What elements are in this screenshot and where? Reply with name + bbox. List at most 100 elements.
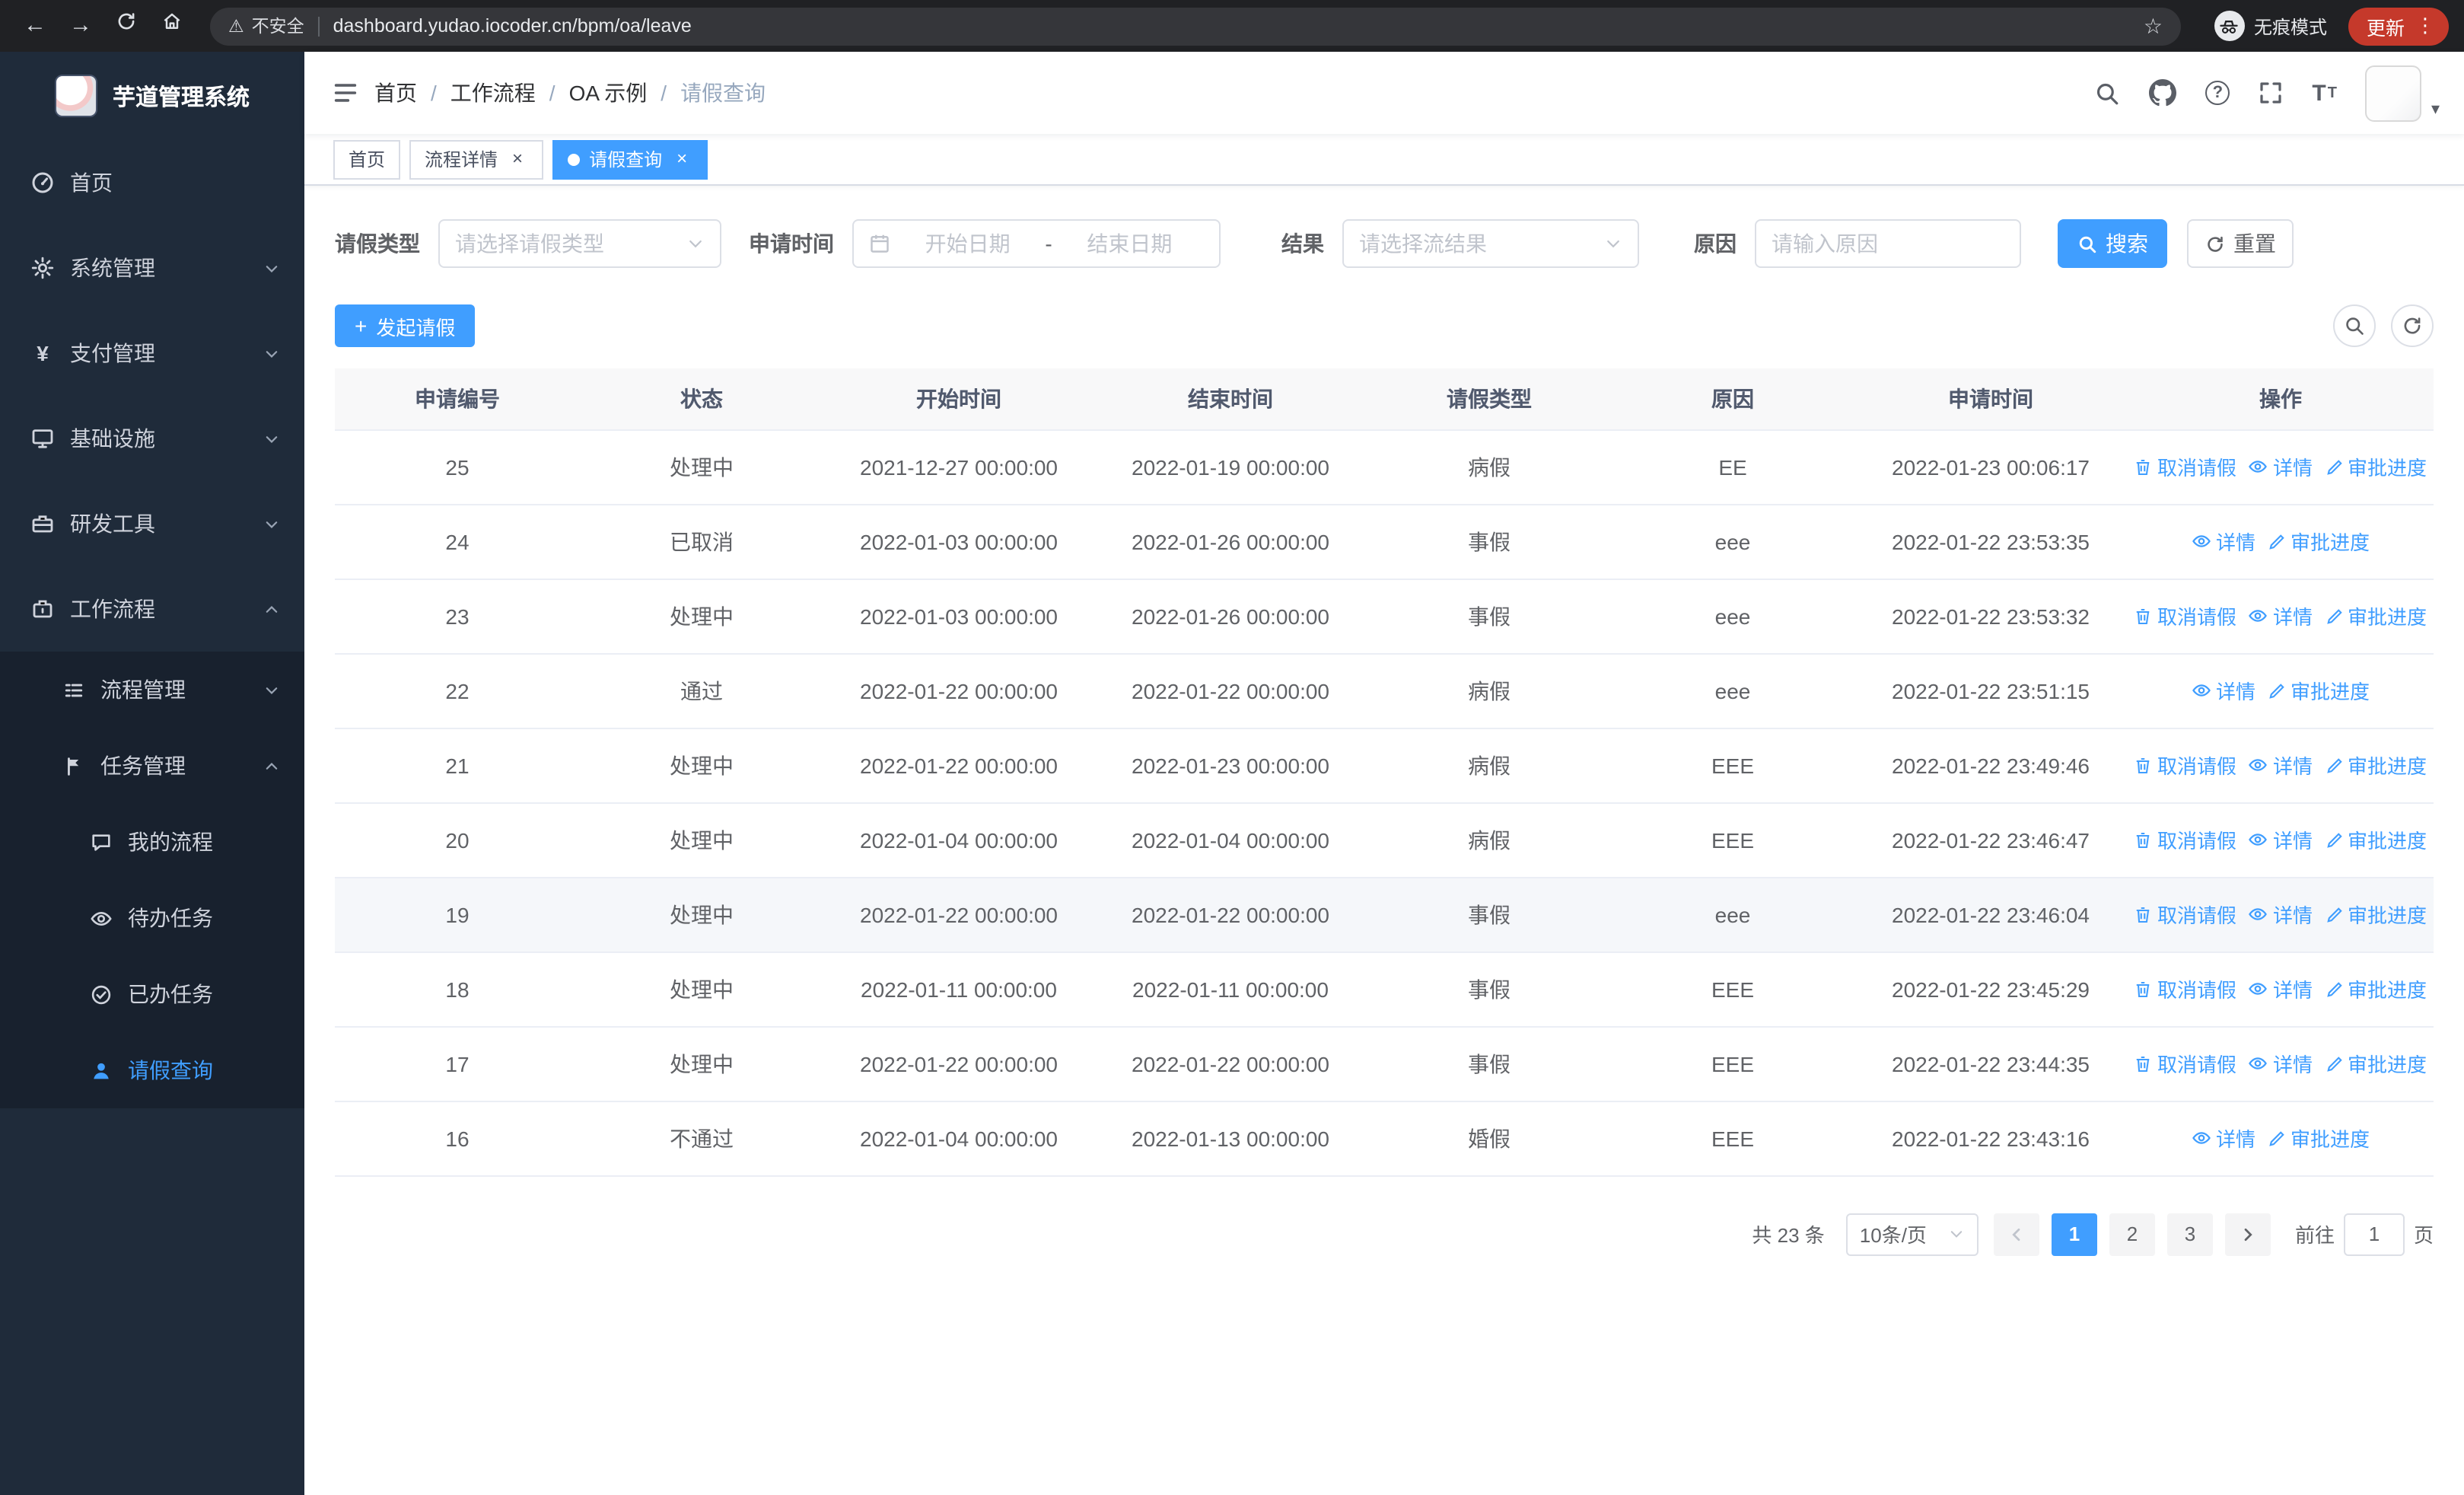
reset-button[interactable]: 重置	[2187, 219, 2294, 268]
breadcrumb-oa-example[interactable]: OA 示例	[569, 78, 648, 108]
site-security-warning[interactable]: ⚠ 不安全	[228, 14, 304, 38]
sidebar: 芋道管理系统 首页 系统管理 ¥ 支付管理 基础设施 研发工具 工作流程 流程管…	[0, 52, 304, 1495]
detail-link[interactable]: 详情	[2192, 1124, 2255, 1152]
approval-progress-link[interactable]: 审批进度	[2325, 602, 2427, 631]
browser-reload-button[interactable]	[107, 6, 146, 46]
sidebar-collapse-button[interactable]	[332, 79, 359, 107]
detail-link[interactable]: 详情	[2249, 825, 2313, 854]
refresh-table-button[interactable]	[2391, 304, 2434, 347]
cancel-leave-link[interactable]: 取消请假	[2135, 1050, 2236, 1079]
detail-link[interactable]: 详情	[2249, 452, 2313, 481]
sidebar-item-home[interactable]: 首页	[0, 140, 304, 225]
detail-link[interactable]: 详情	[2249, 974, 2313, 1003]
cancel-leave-link[interactable]: 取消请假	[2135, 826, 2236, 855]
sidebar-item-workflow[interactable]: 工作流程	[0, 566, 304, 652]
cell-leave-type: 婚假	[1367, 1101, 1612, 1176]
detail-link[interactable]: 详情	[2249, 751, 2313, 779]
cancel-leave-link[interactable]: 取消请假	[2135, 751, 2236, 780]
close-icon[interactable]: ×	[507, 148, 528, 170]
cell-actions: 取消请假 详情 审批进度	[2128, 877, 2434, 952]
cell-actions: 详情 审批进度	[2128, 653, 2434, 728]
sidebar-item-my-processes[interactable]: 我的流程	[0, 804, 304, 880]
header-start-time: 开始时间	[823, 368, 1094, 430]
sidebar-item-label: 首页	[70, 171, 113, 195]
next-page-button[interactable]	[2224, 1213, 2271, 1255]
fullscreen-button[interactable]	[2259, 81, 2283, 105]
page-size-select[interactable]: 10条/页	[1845, 1213, 1979, 1255]
sidebar-item-system-management[interactable]: 系统管理	[0, 225, 304, 311]
sidebar-logo[interactable]: 芋道管理系统	[0, 52, 304, 140]
approval-progress-link[interactable]: 审批进度	[2268, 677, 2370, 706]
font-size-button[interactable]: TT	[2312, 80, 2337, 106]
approval-progress-link[interactable]: 审批进度	[2325, 901, 2427, 929]
github-button[interactable]	[2149, 79, 2177, 107]
detail-link[interactable]: 详情	[2249, 601, 2313, 630]
approval-progress-link[interactable]: 审批进度	[2325, 751, 2427, 780]
end-date-placeholder: 结束日期	[1087, 231, 1173, 256]
header-search-button[interactable]	[2094, 80, 2120, 106]
address-bar[interactable]: ⚠ 不安全 dashboard.yudao.iocoder.cn/bpm/oa/…	[210, 7, 2181, 45]
bookmark-star-button[interactable]: ☆	[2144, 13, 2163, 39]
cancel-leave-link[interactable]: 取消请假	[2135, 975, 2236, 1004]
apply-time-daterange[interactable]: 开始日期 - 结束日期	[852, 219, 1221, 268]
close-icon[interactable]: ×	[671, 148, 692, 170]
approval-progress-link[interactable]: 审批进度	[2268, 528, 2370, 556]
page-1-button[interactable]: 1	[2051, 1213, 2097, 1255]
result-select[interactable]: 请选择流结果	[1342, 219, 1639, 268]
trash-icon	[2137, 907, 2150, 923]
tab-process-detail[interactable]: 流程详情 ×	[409, 139, 544, 179]
sidebar-item-payment-management[interactable]: ¥ 支付管理	[0, 311, 304, 396]
approval-progress-link[interactable]: 审批进度	[2325, 453, 2427, 482]
breadcrumb-home[interactable]: 首页	[374, 78, 417, 108]
leave-type-select[interactable]: 请选择请假类型	[438, 219, 721, 268]
approval-progress-link[interactable]: 审批进度	[2325, 826, 2427, 855]
table-row: 22 通过 2022-01-22 00:00:00 2022-01-22 00:00:…	[335, 653, 2434, 728]
browser-forward-button[interactable]: →	[61, 6, 100, 46]
breadcrumb-workflow[interactable]: 工作流程	[450, 78, 536, 108]
approval-progress-link[interactable]: 审批进度	[2268, 1124, 2370, 1153]
sidebar-item-infrastructure[interactable]: 基础设施	[0, 396, 304, 481]
approval-progress-link[interactable]: 审批进度	[2325, 975, 2427, 1004]
prev-page-button[interactable]	[1993, 1213, 2039, 1255]
sidebar-item-done-tasks[interactable]: 已办任务	[0, 956, 304, 1032]
detail-link[interactable]: 详情	[2249, 900, 2313, 929]
cell-end-time: 2022-01-19 00:00:00	[1094, 429, 1367, 505]
toggle-search-button[interactable]	[2333, 304, 2376, 347]
approval-progress-link[interactable]: 审批进度	[2325, 1050, 2427, 1079]
url-text[interactable]: dashboard.yudao.iocoder.cn/bpm/oa/leave	[333, 15, 2144, 37]
sidebar-item-task-management[interactable]: 任务管理	[0, 728, 304, 804]
search-filter-form: 请假类型 请选择请假类型 申请时间 开始日期 - 结束日期 结果 请选择流结果 …	[335, 219, 2434, 268]
user-menu[interactable]: ▾	[2365, 65, 2440, 121]
cell-leave-type: 事假	[1367, 877, 1612, 952]
breadcrumb-current: 请假查询	[680, 81, 766, 105]
sidebar-item-todo-tasks[interactable]: 待办任务	[0, 880, 304, 956]
browser-menu-icon[interactable]: ⋮	[2415, 14, 2435, 38]
goto-page-input[interactable]	[2343, 1213, 2405, 1255]
cancel-leave-link[interactable]: 取消请假	[2135, 453, 2236, 482]
sidebar-item-process-management[interactable]: 流程管理	[0, 652, 304, 728]
tab-leave-query[interactable]: 请假查询 ×	[552, 139, 708, 179]
reason-input[interactable]	[1755, 219, 2021, 268]
goto-prefix: 前往	[2294, 1224, 2335, 1247]
detail-link[interactable]: 详情	[2192, 676, 2255, 705]
sidebar-item-leave-query[interactable]: 请假查询	[0, 1032, 304, 1108]
search-button[interactable]: 搜索	[2058, 219, 2167, 268]
cancel-leave-link[interactable]: 取消请假	[2135, 901, 2236, 929]
browser-update-button[interactable]: 更新 ⋮	[2348, 7, 2449, 45]
help-button[interactable]: ?	[2205, 81, 2230, 105]
cell-actions: 取消请假 详情 审批进度	[2128, 952, 2434, 1027]
detail-link[interactable]: 详情	[2249, 1049, 2313, 1078]
search-icon	[2078, 235, 2096, 253]
browser-back-button[interactable]: ←	[15, 6, 55, 46]
page-2-button[interactable]: 2	[2109, 1213, 2155, 1255]
browser-home-button[interactable]	[152, 6, 192, 46]
tags-view-bar: 首页 流程详情 × 请假查询 ×	[304, 134, 2464, 186]
tab-home[interactable]: 首页	[333, 139, 401, 179]
page-3-button[interactable]: 3	[2166, 1213, 2213, 1255]
page-content: 请假类型 请选择请假类型 申请时间 开始日期 - 结束日期 结果 请选择流结果 …	[304, 186, 2464, 1495]
create-leave-button[interactable]: + 发起请假	[335, 304, 476, 347]
header-reason: 原因	[1612, 368, 1854, 430]
sidebar-item-dev-tools[interactable]: 研发工具	[0, 481, 304, 566]
cancel-leave-link[interactable]: 取消请假	[2135, 602, 2236, 631]
detail-link[interactable]: 详情	[2192, 527, 2255, 556]
